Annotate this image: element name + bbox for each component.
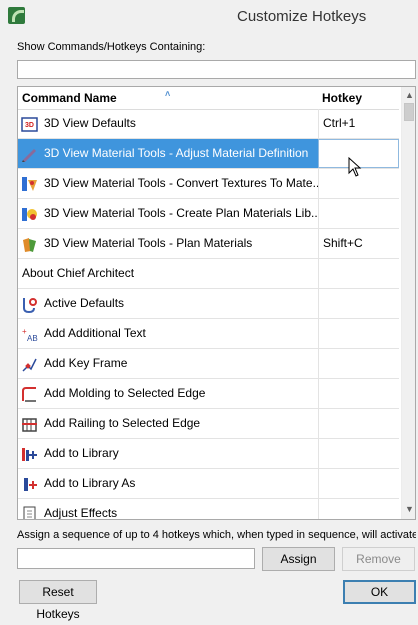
command-cell: Adjust Effects [18,499,318,520]
command-name: 3D View Material Tools - Convert Texture… [44,176,318,190]
table-row[interactable]: 3D View Material Tools - Convert Texture… [18,169,399,199]
command-cell: Add Molding to Selected Edge [18,379,318,408]
add-library-as-icon [21,475,38,492]
molding-icon [21,385,38,402]
command-name: Add Key Frame [44,356,128,370]
3d-view-defaults-icon: 3D [21,115,38,132]
table-row[interactable]: Add Railing to Selected Edge [18,409,399,439]
create-plan-materials-icon [21,205,38,222]
command-name: Add to Library As [44,476,136,490]
adjust-effects-icon [21,505,38,519]
hotkey-instructions: Assign a sequence of up to 4 hotkeys whi… [17,529,416,541]
hotkey-cell[interactable] [318,469,399,498]
hotkey-column-header[interactable]: Hotkey [318,87,399,109]
command-name: Active Defaults [44,296,125,310]
command-cell: Add to Library [18,439,318,468]
command-cell: +ABCAdd Additional Text [18,319,318,348]
command-cell: Add to Library As [18,469,318,498]
table-rows: 3D 3D View Defaults Ctrl+1 3D View Material… [18,109,399,520]
table-row[interactable]: Add to Library As [18,469,399,499]
command-name: About Chief Architect [22,266,135,280]
assign-button[interactable]: Assign [262,547,335,571]
hotkey-cell[interactable] [318,259,399,288]
hotkey-cell[interactable] [318,499,399,519]
command-cell: 3D View Material Tools - Convert Texture… [18,169,318,198]
hotkey-cell[interactable] [318,349,399,378]
reset-hotkeys-button[interactable]: Reset Hotkeys [19,580,97,621]
chief-architect-icon [8,7,25,24]
sort-ascending-icon: ˄ [165,89,171,99]
table-row[interactable]: Active Defaults [18,289,399,319]
adjust-material-icon [21,145,38,162]
scroll-thumb[interactable] [404,103,414,121]
hotkey-cell[interactable] [318,169,399,198]
table-row[interactable]: Add Molding to Selected Edge [18,379,399,409]
command-name: 3D View Material Tools - Create Plan Mat… [44,206,318,220]
hotkey-cell[interactable]: Ctrl+1 [318,109,399,138]
add-text-icon: +ABC [21,325,44,343]
table-row[interactable]: 3D View Material Tools - Create Plan Mat… [18,199,399,229]
table-row[interactable]: Adjust Effects [18,499,399,520]
command-cell: 3D View Material Tools - Adjust Material… [18,139,318,168]
command-cell: About Chief Architect [18,259,318,288]
command-name: Add Molding to Selected Edge [44,386,206,400]
command-cell: 3D View Material Tools - Create Plan Mat… [18,199,318,228]
hotkey-cell[interactable] [318,379,399,408]
hotkey-cell[interactable] [318,199,399,228]
command-cell: 3D 3D View Defaults [18,109,318,138]
table-row[interactable]: 3D View Material Tools - Adjust Material… [18,139,399,177]
active-defaults-icon [21,295,38,314]
hotkey-cell[interactable] [318,409,399,438]
search-label: Show Commands/Hotkeys Containing: [17,41,206,53]
command-column-header[interactable]: Command Name ˄ [18,87,318,109]
hotkey-cell[interactable] [318,289,399,318]
table-header: Command Name ˄ Hotkey [18,87,399,110]
svg-text:3D: 3D [25,122,34,129]
command-cell: Add Railing to Selected Edge [18,409,318,438]
hotkey-cell[interactable] [318,319,399,348]
svg-text:ABC: ABC [27,334,38,343]
vertical-scrollbar[interactable]: ▲ ▼ [401,87,415,519]
title-bar[interactable]: Customize Hotkeys [0,0,418,32]
table-row[interactable]: 3D View Material Tools - Plan Materials S… [18,229,399,259]
command-name: Add to Library [44,446,119,460]
hotkey-cell[interactable] [318,439,399,468]
hotkey-cell[interactable]: Shift+C [318,229,399,258]
search-input[interactable] [17,60,416,79]
table-row[interactable]: 3D 3D View Defaults Ctrl+1 [18,109,399,139]
command-name: Add Railing to Selected Edge [44,416,201,430]
command-name: 3D View Material Tools - Plan Materials [44,236,253,250]
table-row[interactable]: Add Key Frame [18,349,399,379]
hotkey-sequence-input[interactable] [17,548,255,569]
plan-materials-icon [21,235,38,252]
command-cell: Add Key Frame [18,349,318,378]
command-name: 3D View Material Tools - Adjust Material… [44,146,309,160]
command-name: Adjust Effects [44,506,118,520]
scroll-down-icon[interactable]: ▼ [405,505,414,514]
command-cell: Active Defaults [18,289,318,318]
key-frame-icon [21,355,38,372]
add-library-icon [21,445,38,462]
table-row[interactable]: Add to Library [18,439,399,469]
railing-icon [21,415,38,432]
commands-table: Command Name ˄ Hotkey 3D 3D View Defaults… [17,86,416,520]
command-name: Add Additional Text [44,326,146,340]
scroll-up-icon[interactable]: ▲ [405,91,414,100]
command-cell: 3D View Material Tools - Plan Materials [18,229,318,258]
window-title: Customize Hotkeys [237,8,367,25]
command-name: 3D View Defaults [44,116,136,130]
table-row[interactable]: +ABCAdd Additional Text [18,319,399,349]
ok-button[interactable]: OK [343,580,416,604]
table-row[interactable]: About Chief Architect [18,259,399,289]
remove-button[interactable]: Remove [342,547,415,571]
convert-textures-icon [21,175,38,192]
